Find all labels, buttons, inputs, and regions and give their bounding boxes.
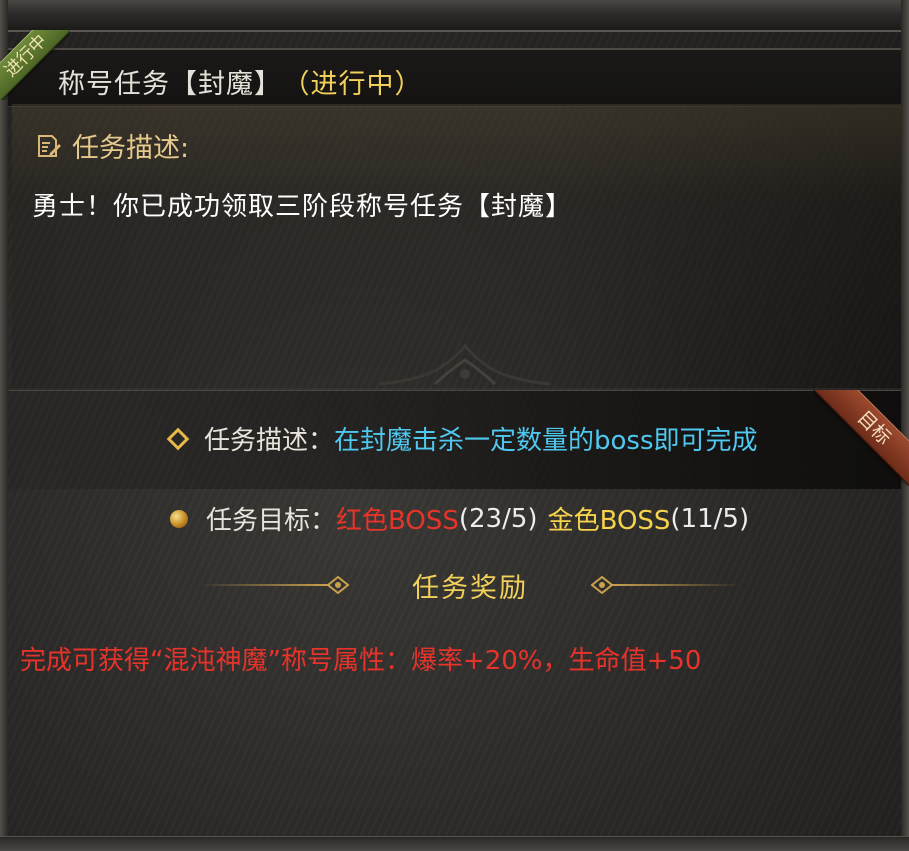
task-description-label: 任务描述： xyxy=(204,426,335,456)
task-description-row: 任务描述： 在封魔击杀一定数量的boss即可完成 xyxy=(166,420,758,457)
window-bottom-border xyxy=(0,836,909,851)
task-description-value: 在封魔击杀一定数量的boss即可完成 xyxy=(334,426,758,456)
target-badge: 目标 xyxy=(813,390,909,486)
window-top-border xyxy=(0,0,909,32)
divider-ornament xyxy=(380,343,550,386)
target-badge-label: 目标 xyxy=(813,390,909,486)
goal-gold-boss-name: 金色BOSS xyxy=(547,506,671,536)
window-left-border xyxy=(0,0,8,851)
goal-red-boss-name: 红色BOSS xyxy=(336,506,459,536)
reward-header: 任务奖励 xyxy=(200,560,740,610)
reward-text: 完成可获得“混沌神魔”称号属性：爆率+20%，生命值+50 xyxy=(20,646,702,676)
description-heading-label: 任务描述: xyxy=(72,133,190,164)
scroll-pen-icon xyxy=(38,134,61,157)
quest-window: 称号任务【封魔】 （进行中） 进行中 任务描述: 勇士！你已成功领取三阶段称号任务… xyxy=(0,0,909,851)
description-text: 勇士！你已成功领取三阶段称号任务【封魔】 xyxy=(32,192,573,222)
in-progress-badge-label: 进行中 xyxy=(0,30,70,100)
quest-header: 称号任务【封魔】 （进行中） xyxy=(8,48,901,107)
task-goal-row: 任务目标： 红色BOSS (23/5) 金色BOSS (11/5) xyxy=(166,500,749,537)
reward-divider-right xyxy=(610,584,740,586)
diamond-bullet-icon xyxy=(166,427,190,450)
in-progress-badge: 进行中 xyxy=(0,30,70,100)
quest-status: （进行中） xyxy=(296,69,423,100)
task-goal-label: 任务目标： xyxy=(206,506,337,536)
goal-gold-boss-progress: (11/5) xyxy=(670,503,750,534)
orb-bullet-icon xyxy=(170,509,188,528)
quest-title-text: 称号任务【封魔】 xyxy=(58,69,282,100)
description-heading: 任务描述: xyxy=(34,126,189,165)
quest-title: 称号任务【封魔】 （进行中） xyxy=(58,62,423,101)
goal-red-boss-progress: (23/5) xyxy=(458,503,538,534)
